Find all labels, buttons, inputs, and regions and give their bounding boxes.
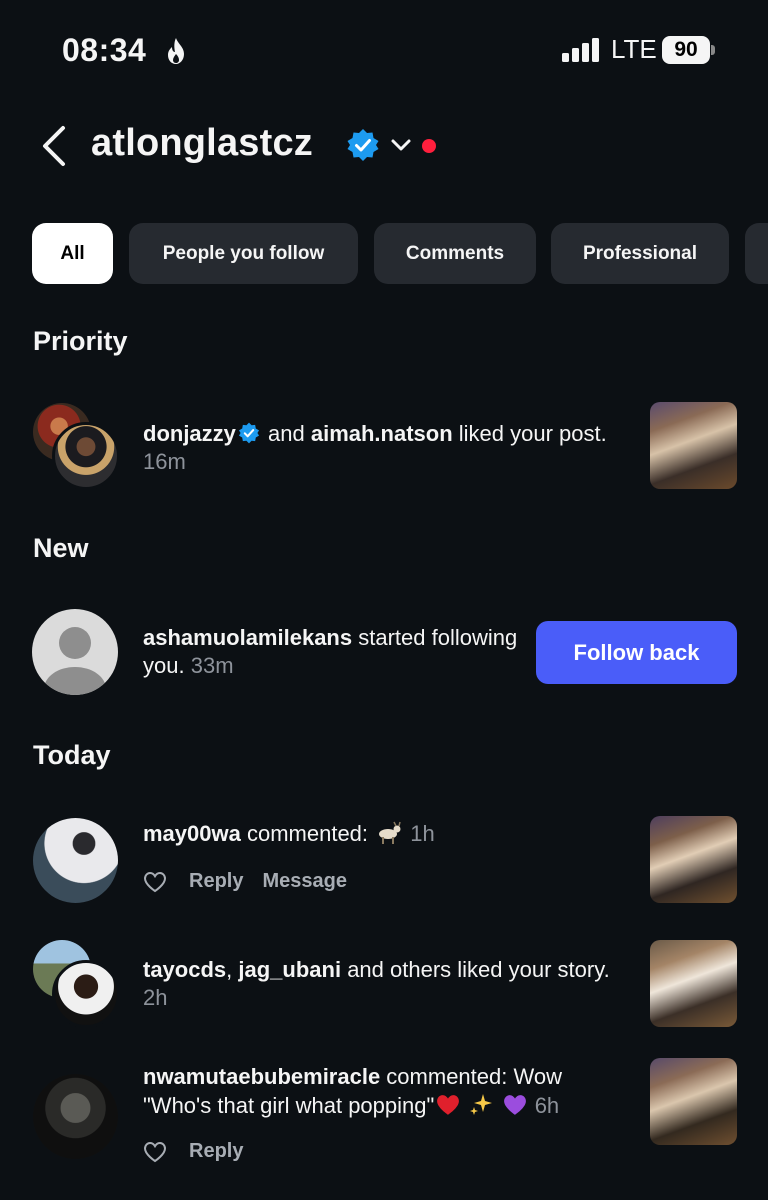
comment-actions: Reply Message xyxy=(143,870,366,893)
notification-text: nwamutaebubemiracle commented: Wow "Who'… xyxy=(143,1064,562,1118)
verified-badge-icon xyxy=(238,422,259,444)
header: atlonglastcz xyxy=(0,118,768,176)
post-thumbnail[interactable] xyxy=(650,402,737,489)
notification-text: tayocds, jag_ubani and others liked your… xyxy=(143,957,610,1010)
avatar[interactable] xyxy=(52,960,120,1028)
account-username[interactable]: atlonglastcz xyxy=(91,122,313,165)
heart-emoji xyxy=(437,1095,460,1115)
post-thumbnail[interactable] xyxy=(650,816,737,903)
chip-all[interactable]: All xyxy=(32,223,113,284)
notification-text: ashamuolamilekans started following you.… xyxy=(143,625,518,678)
section-title-today: Today xyxy=(33,740,111,770)
reply-button[interactable]: Reply xyxy=(189,1140,243,1163)
notification-text: donjazzy and aimah.natson liked your pos… xyxy=(143,421,607,474)
timestamp: 16m xyxy=(143,449,186,474)
chevron-down-icon[interactable] xyxy=(389,135,413,155)
username[interactable]: ashamuolamilekans xyxy=(143,625,352,650)
heart-icon[interactable] xyxy=(143,1141,167,1163)
timestamp: 1h xyxy=(410,821,435,846)
flame-icon xyxy=(168,38,184,64)
post-thumbnail[interactable] xyxy=(650,1058,737,1145)
reply-button[interactable]: Reply xyxy=(189,870,243,893)
notification-row[interactable]: may00wa commented: 1h Reply Message xyxy=(0,814,768,909)
battery-icon: 90 xyxy=(662,36,715,64)
heart-emoji xyxy=(503,1095,526,1115)
back-arrow-icon[interactable] xyxy=(36,124,72,168)
avatar[interactable] xyxy=(33,1074,118,1159)
battery-percent: 90 xyxy=(674,38,698,61)
status-bar: 08:34 LTE 90 xyxy=(0,28,768,76)
notification-row[interactable]: tayocds, jag_ubani and others liked your… xyxy=(0,938,768,1030)
notifications-screen: 08:34 LTE 90 atlonglastcz All People you… xyxy=(0,0,768,1200)
filter-chips: All People you follow Comments Professio… xyxy=(32,223,768,284)
notification-row[interactable]: donjazzy and aimah.natson liked your pos… xyxy=(0,400,768,492)
story-thumbnail[interactable] xyxy=(650,940,737,1027)
timestamp: 33m xyxy=(190,653,234,678)
message-button[interactable]: Message xyxy=(262,870,347,893)
sparkles-emoji xyxy=(470,1094,493,1115)
avatar[interactable] xyxy=(52,422,120,490)
chip-people-you-follow[interactable]: People you follow xyxy=(129,223,358,284)
signal-icon xyxy=(562,38,599,62)
goat-emoji xyxy=(379,821,401,844)
status-time: 08:34 xyxy=(62,32,147,68)
username[interactable]: jag_ubani xyxy=(238,957,341,982)
comment-actions: Reply xyxy=(143,1140,262,1163)
username[interactable]: donjazzy xyxy=(143,421,236,446)
username[interactable]: tayocds xyxy=(143,957,226,982)
chip-more[interactable] xyxy=(745,223,768,284)
username[interactable]: aimah.natson xyxy=(311,421,453,446)
section-title-priority: Priority xyxy=(33,326,128,356)
username[interactable]: nwamutaebubemiracle xyxy=(143,1064,380,1089)
notification-row[interactable]: ashamuolamilekans started following you.… xyxy=(0,608,768,698)
timestamp: 6h xyxy=(534,1093,560,1118)
chip-comments[interactable]: Comments xyxy=(374,223,536,284)
network-type: LTE xyxy=(611,34,657,64)
timestamp: 2h xyxy=(143,985,168,1010)
verified-badge-icon xyxy=(347,129,379,161)
default-avatar-icon[interactable] xyxy=(32,609,118,695)
notification-text: may00wa commented: 1h xyxy=(143,821,435,846)
avatar[interactable] xyxy=(33,818,118,903)
unread-dot xyxy=(422,139,436,153)
notification-row[interactable]: nwamutaebubemiracle commented: Wow "Who'… xyxy=(0,1058,768,1178)
section-title-new: New xyxy=(33,533,89,563)
chip-professional[interactable]: Professional xyxy=(551,223,729,284)
heart-icon[interactable] xyxy=(143,871,167,893)
follow-back-button[interactable]: Follow back xyxy=(536,621,737,684)
username[interactable]: may00wa xyxy=(143,821,241,846)
